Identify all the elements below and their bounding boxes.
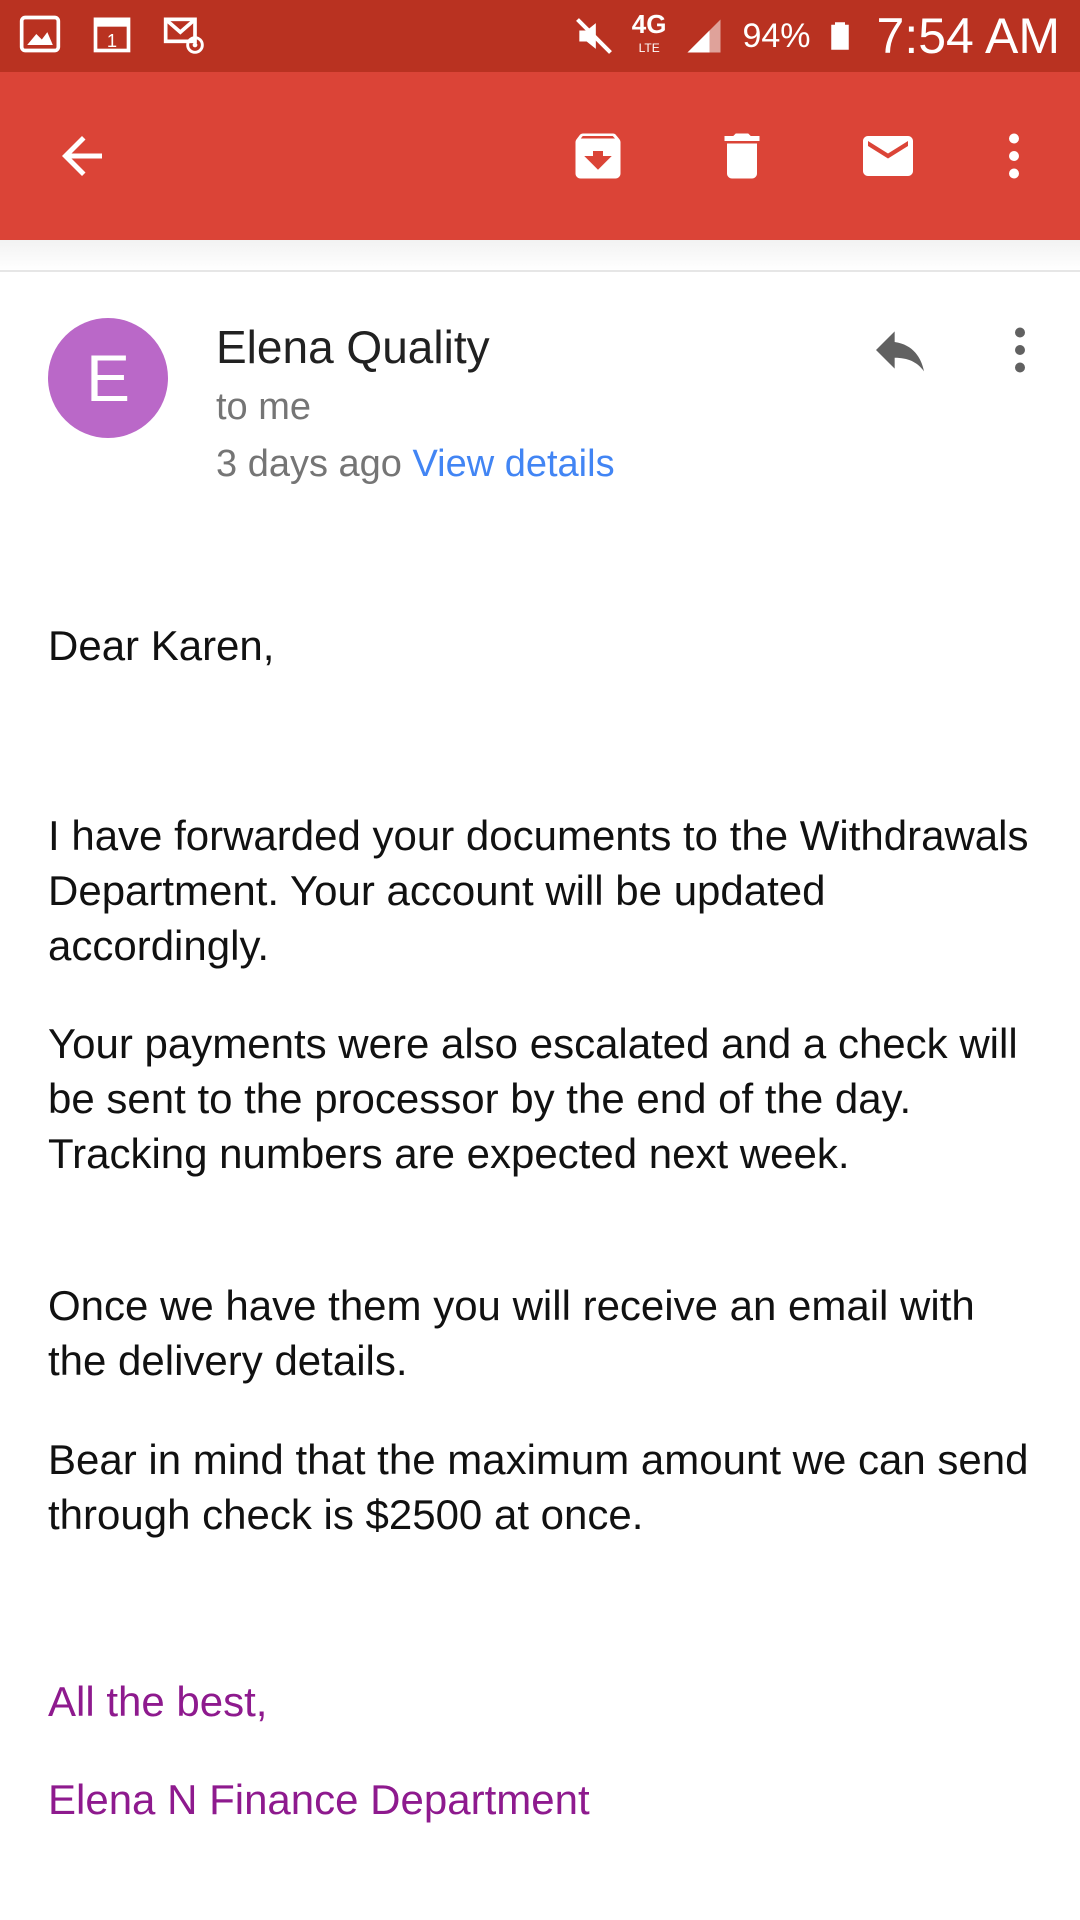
signature: Elena N Finance Department bbox=[48, 1776, 590, 1823]
status-bar: 1 4G LTE 94% 7:54 AM bbox=[0, 0, 1080, 72]
signal-icon bbox=[687, 19, 721, 53]
email-notification-icon bbox=[163, 17, 204, 54]
clock: 7:54 AM bbox=[876, 8, 1060, 64]
mark-unread-icon bbox=[863, 136, 913, 176]
calendar-day: 1 bbox=[107, 30, 117, 51]
delete-button[interactable] bbox=[702, 116, 782, 196]
battery-percent: 94% bbox=[742, 16, 811, 55]
message-paragraph: Once we have them you will receive an em… bbox=[48, 1282, 975, 1384]
sender-avatar[interactable]: E bbox=[48, 318, 168, 438]
more-vert-icon bbox=[1015, 327, 1025, 373]
back-button[interactable] bbox=[42, 116, 122, 196]
more-options-button[interactable] bbox=[974, 116, 1054, 196]
battery-icon bbox=[830, 22, 849, 50]
mark-unread-button[interactable] bbox=[848, 116, 928, 196]
signoff: All the best, bbox=[48, 1678, 268, 1725]
reply-icon bbox=[876, 331, 924, 372]
message-paragraph: Bear in mind that the maximum amount we … bbox=[48, 1436, 1029, 1538]
toolbar bbox=[0, 72, 1080, 240]
gallery-icon bbox=[19, 15, 61, 53]
delete-icon bbox=[724, 133, 760, 179]
archive-icon bbox=[575, 133, 621, 179]
calendar-icon: 1 bbox=[93, 17, 131, 53]
reply-button[interactable] bbox=[860, 310, 940, 390]
sender-name: Elena Quality bbox=[216, 321, 490, 373]
message-paragraph: I have forwarded your documents to the W… bbox=[48, 812, 1029, 969]
mute-icon bbox=[575, 18, 612, 54]
recipient-line: to me bbox=[216, 386, 312, 428]
network-subtype: LTE bbox=[638, 41, 660, 55]
message-date: 3 days ago bbox=[216, 443, 402, 485]
network-type: 4G bbox=[631, 9, 667, 39]
more-vert-icon bbox=[1009, 133, 1019, 179]
network-indicator: 4G LTE bbox=[631, 9, 667, 60]
message-paragraph: Your payments were also escalated and a … bbox=[48, 1020, 1018, 1177]
view-details-link[interactable]: View details bbox=[412, 443, 614, 485]
date-line: 3 days ago View details bbox=[216, 443, 615, 486]
back-arrow-icon bbox=[62, 136, 102, 176]
archive-button[interactable] bbox=[558, 116, 638, 196]
message-greeting: Dear Karen, bbox=[48, 622, 275, 669]
toolbar-shadow bbox=[0, 240, 1080, 272]
message-more-button[interactable] bbox=[980, 310, 1060, 390]
